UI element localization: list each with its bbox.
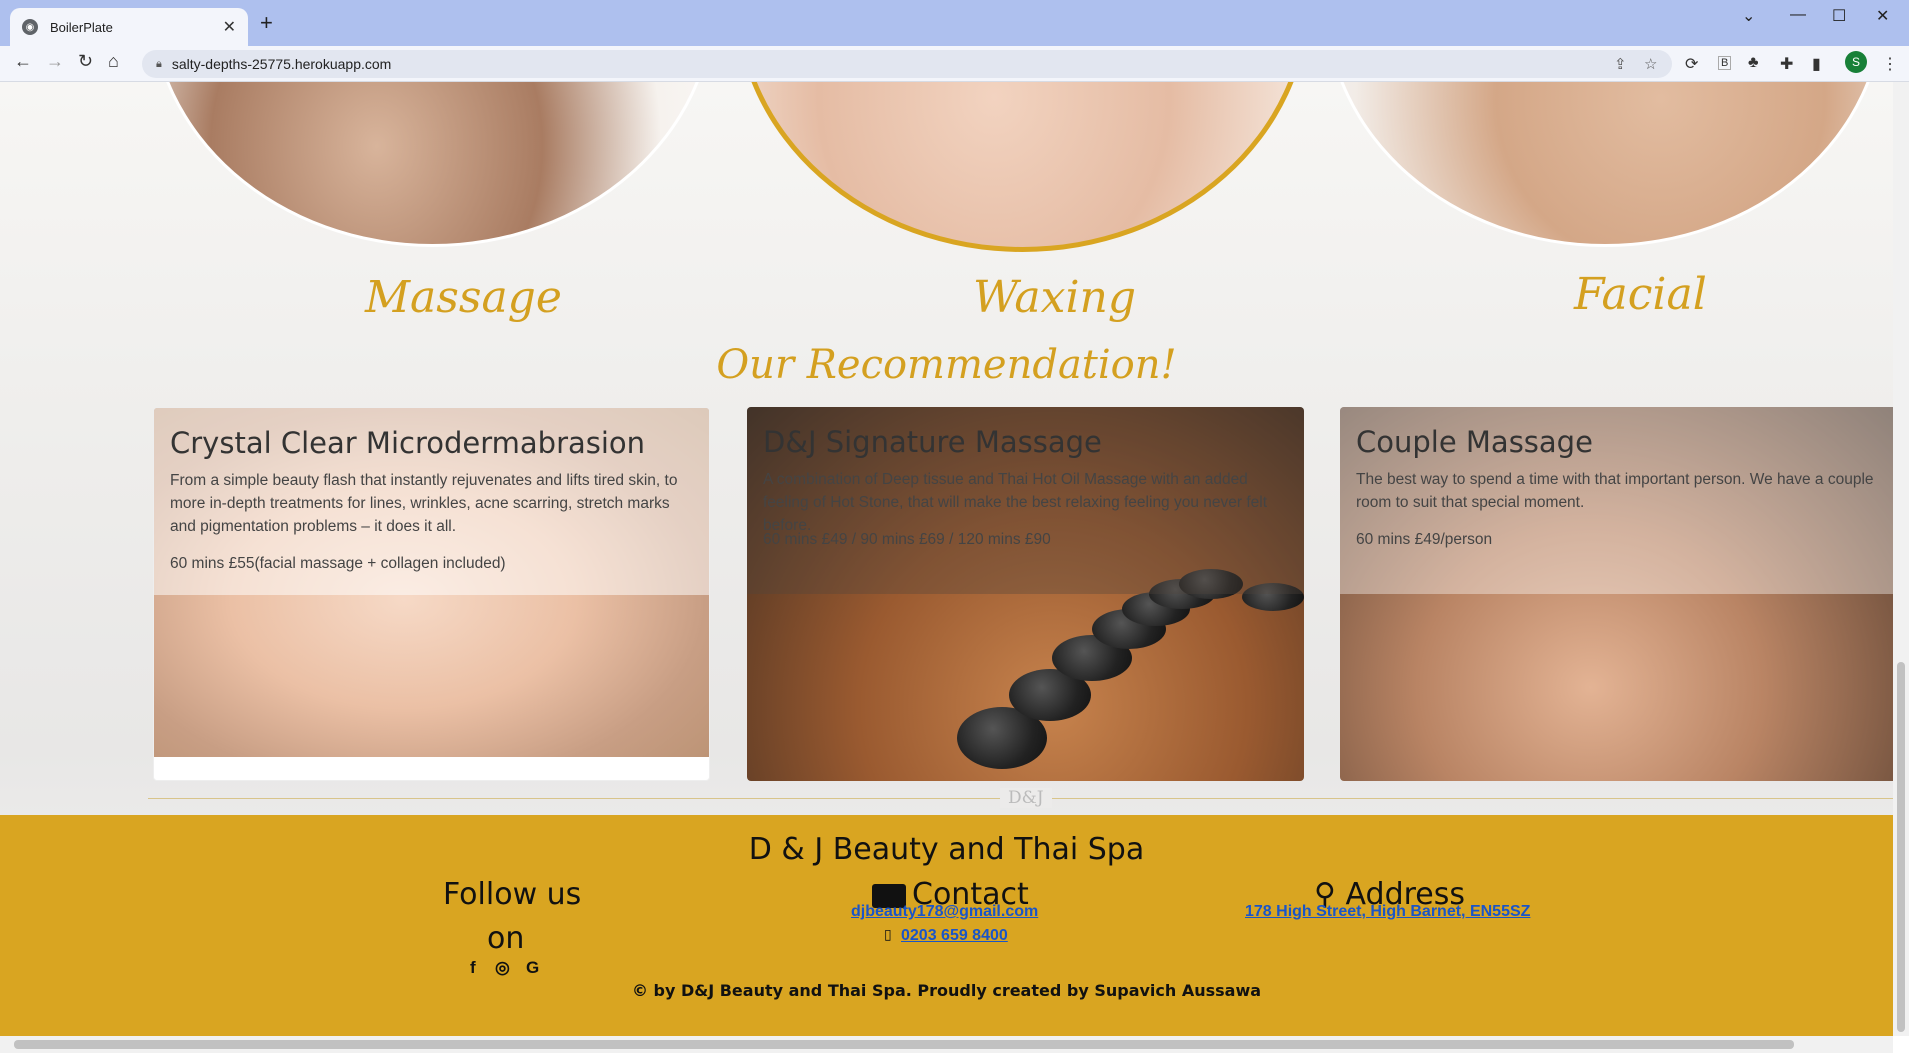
new-tab-button[interactable]: +	[260, 10, 273, 36]
back-icon[interactable]: ←	[14, 51, 32, 72]
extensions-puzzle-icon[interactable]: ✚	[1780, 54, 1793, 74]
vertical-scroll-thumb[interactable]	[1897, 662, 1905, 1032]
close-tab-icon[interactable]: ✕	[223, 17, 236, 37]
horizontal-scroll-thumb[interactable]	[14, 1040, 1794, 1049]
service-title-massage[interactable]: Massage	[365, 272, 562, 323]
home-icon[interactable]: ⌂	[108, 51, 119, 72]
card-description: The best way to spend a time with that i…	[1356, 471, 1874, 511]
email-link[interactable]: djbeauty178@gmail.com	[851, 903, 1038, 921]
facebook-icon[interactable]: f	[470, 958, 476, 978]
service-title-facial[interactable]: Facial	[1574, 269, 1707, 320]
extension-b-icon[interactable]: B	[1718, 56, 1732, 70]
recommendation-card[interactable]: D&J Signature Massage A combination of D…	[747, 407, 1304, 781]
horizontal-scrollbar[interactable]	[0, 1036, 1893, 1053]
site-footer: D & J Beauty and Thai Spa Follow us on f…	[0, 815, 1893, 1036]
card-title: Crystal Clear Microdermabrasion	[170, 426, 646, 460]
vertical-scrollbar[interactable]	[1893, 82, 1909, 1036]
address-link[interactable]: 178 High Street, High Barnet, EN55SZ	[1245, 903, 1530, 921]
follow-title: Follow us	[443, 877, 582, 912]
recommendation-card[interactable]: Crystal Clear Microdermabrasion From a s…	[153, 407, 710, 781]
globe-icon: ◉	[22, 19, 38, 35]
card-price: 60 mins £55(facial massage + collagen in…	[170, 555, 506, 572]
waxing-image[interactable]	[735, 82, 1310, 252]
card-description: From a simple beauty flash that instantl…	[170, 472, 678, 535]
extension-sync-icon[interactable]: ⟳	[1685, 54, 1698, 74]
close-window-button[interactable]: ✕	[1876, 6, 1889, 26]
tab-title: BoilerPlate	[50, 19, 113, 35]
tab-search-icon[interactable]: ⌄	[1742, 6, 1755, 26]
extension-plant-icon[interactable]: ♣	[1748, 54, 1759, 72]
phone-icon: ▯	[884, 926, 892, 942]
recommendation-heading: Our Recommendation!	[716, 342, 1177, 388]
address-bar[interactable]: 🔒︎ salty-depths-25775.herokuapp.com ⇪ ☆	[142, 50, 1672, 78]
share-icon[interactable]: ⇪	[1614, 55, 1627, 73]
card-price: 60 mins £49/person	[1356, 531, 1493, 548]
massage-image[interactable]	[150, 82, 715, 247]
divider-logo-text: D&J	[1000, 788, 1052, 808]
browser-toolbar: ← → ↻ ⌂ 🔒︎ salty-depths-25775.herokuapp.…	[0, 46, 1909, 82]
reload-icon[interactable]: ↻	[78, 51, 93, 72]
phone-link[interactable]: 0203 659 8400	[901, 927, 1008, 945]
browser-titlebar: ◉ BoilerPlate ✕ + ⌄ — ☐ ✕	[0, 0, 1909, 46]
business-name: D & J Beauty and Thai Spa	[748, 832, 1145, 867]
instagram-icon[interactable]: ◎	[495, 958, 510, 978]
bookmark-star-icon[interactable]: ☆	[1644, 55, 1657, 73]
menu-kebab-icon[interactable]: ⋮	[1882, 54, 1898, 74]
card-title: D&J Signature Massage	[763, 425, 1102, 459]
google-icon[interactable]: G	[526, 958, 539, 978]
lock-icon[interactable]: 🔒︎	[156, 58, 162, 71]
service-title-waxing[interactable]: Waxing	[973, 272, 1136, 323]
side-panel-icon[interactable]: ▮	[1812, 54, 1821, 74]
card-description: A combination of Deep tissue and Thai Ho…	[763, 471, 1268, 534]
minimize-button[interactable]: —	[1790, 6, 1806, 24]
browser-tab[interactable]: ◉ BoilerPlate ✕	[10, 8, 248, 46]
facial-image[interactable]	[1325, 82, 1885, 247]
recommendation-card[interactable]: Couple Massage The best way to spend a t…	[1340, 407, 1893, 781]
profile-avatar[interactable]: S	[1845, 51, 1867, 73]
forward-icon[interactable]: →	[46, 51, 64, 72]
url-text: salty-depths-25775.herokuapp.com	[171, 56, 392, 72]
page-viewport: Massage Waxing Facial Our Recommendation…	[0, 82, 1893, 1036]
copyright-text: © by D&J Beauty and Thai Spa. Proudly cr…	[631, 981, 1262, 1000]
card-price: 60 mins £49 / 90 mins £69 / 120 mins £90	[763, 531, 1051, 548]
follow-title-line2: on	[487, 921, 525, 956]
card-title: Couple Massage	[1356, 425, 1593, 459]
maximize-button[interactable]: ☐	[1832, 6, 1846, 26]
